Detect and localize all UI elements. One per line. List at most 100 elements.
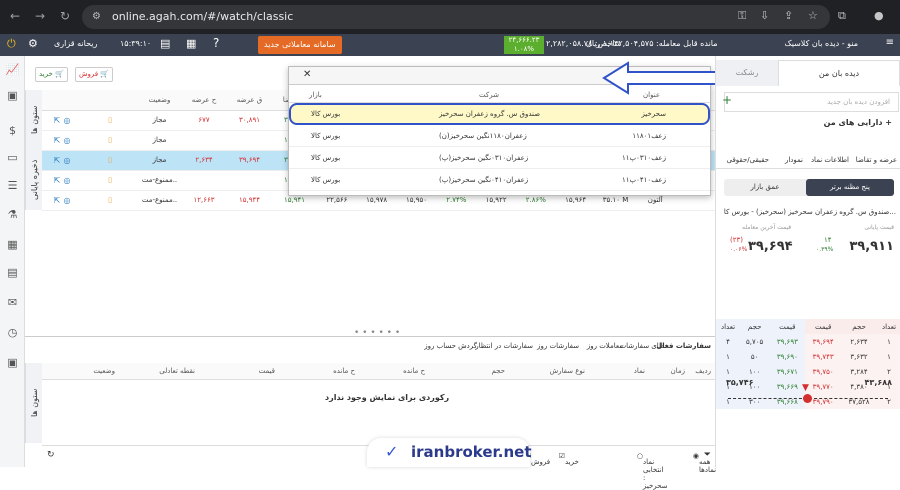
share-icon[interactable]: ⇪ (784, 9, 793, 22)
note-icon[interactable]: ▯ (108, 156, 112, 164)
extensions-icon[interactable]: ⧉ (838, 9, 846, 23)
tab-legal[interactable]: حقیقی/حقوقی (727, 156, 769, 164)
menu-label[interactable]: منو - دیده بان کلاسیک (785, 39, 858, 48)
terminal-icon[interactable]: ▣ (5, 356, 20, 369)
tab-other[interactable]: رشکت (716, 60, 778, 86)
tab-orderbook[interactable]: عرضه و تقاضا (856, 156, 897, 164)
money-bag-icon[interactable]: $ (5, 124, 20, 137)
ob-row[interactable]: ۴ ۵,۷۰۵ ۳۹,۶۹۳ ۳۹,۶۹۴ ۲,۶۳۴ ۱ (716, 334, 900, 349)
tab-orders-2[interactable]: معاملات روز (587, 342, 623, 350)
reload-icon[interactable]: ↻ (60, 9, 70, 23)
open-icon[interactable]: ⇱ (52, 136, 62, 145)
target-icon[interactable]: ◎ (62, 196, 72, 205)
range-low: ۳۵,۷۴۶ (726, 378, 754, 387)
orders-col[interactable]: زمان (671, 367, 685, 375)
new-system-button[interactable]: سامانه معاملاتی جدید (258, 36, 342, 54)
flask-icon[interactable]: ⚗ (5, 208, 20, 221)
search-result-row[interactable]: زعف۰۴۱۰پ۱۱ زعفران۰۴۱۰نگین سحرخیز(پ) بورس… (289, 169, 710, 191)
search-result-row[interactable]: زعف۰۳۱۰پ۱۱ زعفران۰۳۱۰نگین سحرخیز(پ) بورس… (289, 147, 710, 169)
symbol-search-dropdown: سحرخیز ✕ عنوان شرکت بازار سحرخیز صندوق س… (288, 66, 711, 196)
col-status[interactable]: وضعیت (138, 90, 181, 111)
browser-bar: ← → ↻ ⚙ online.agah.com/#/watch/classic ⚿… (0, 0, 900, 34)
orders-col[interactable]: ح مانده (403, 367, 425, 375)
note-icon[interactable]: ▯ (108, 136, 112, 144)
orders-col[interactable]: نقطه تعادلی (159, 367, 195, 375)
sell-button[interactable]: فروش 🛒 (75, 67, 114, 82)
orders-col[interactable]: قیمت (259, 367, 275, 375)
target-icon[interactable]: ◎ (62, 116, 72, 125)
note-icon[interactable]: ▯ (108, 176, 112, 184)
note-icon[interactable]: ▯ (108, 116, 112, 124)
wallet-icon[interactable]: ▭ (5, 151, 20, 164)
user-name[interactable]: ریحانه قزاری (54, 39, 97, 48)
key-icon[interactable]: ⚿ (738, 9, 746, 23)
open-icon[interactable]: ⇱ (52, 176, 62, 185)
orders-col[interactable]: نماد (634, 367, 645, 375)
power-icon[interactable]: ⏻ (7, 37, 16, 51)
orders-col[interactable]: ردیف (695, 367, 711, 375)
table-icon[interactable]: ▦ (5, 238, 20, 251)
search-result-row[interactable]: سحرخیز صندوق س. گروه زعفران سحرخیز بورس … (289, 103, 710, 125)
clock-icon[interactable]: ◷ (5, 326, 20, 339)
filter-buy[interactable]: ☑ خرید (559, 452, 579, 466)
site-info-icon[interactable]: ⚙ (92, 5, 101, 29)
ob-col: تعداد (876, 319, 900, 334)
fund-name: صندوق س. گروه زعفران سحرخیز (سحرخیز) - ب… (723, 208, 896, 216)
tab-my-watch[interactable]: دیده بان من (778, 60, 900, 86)
forward-icon[interactable]: → (35, 9, 45, 23)
open-icon[interactable]: ⇱ (52, 116, 62, 125)
ob-col: حجم (739, 319, 770, 334)
filter-selected[interactable]: ○ نماد انتخابی : سحرخیز (637, 452, 668, 490)
saved-strip[interactable]: ذخیره پایانی (25, 150, 42, 210)
notification-icon[interactable]: ✉ (5, 296, 20, 309)
menu-icon[interactable]: ≡ (886, 37, 894, 48)
tab-symbol-info[interactable]: اطلاعات نماد (811, 156, 849, 164)
note-icon[interactable]: ▯ (108, 196, 112, 204)
open-icon[interactable]: ⇱ (52, 196, 62, 205)
help-icon[interactable]: ? (213, 36, 219, 50)
buy-button[interactable]: خرید 🛒 (35, 67, 68, 82)
layout-icon[interactable]: ▦ (186, 37, 196, 50)
col-ask-price[interactable]: ق عرضه (227, 90, 272, 111)
tab-orders-5[interactable]: گردش حساب روز (424, 342, 477, 350)
col-ask-vol[interactable]: ح عرضه (181, 90, 227, 111)
add-watch-input[interactable]: افزودن دیده بان جدید (724, 92, 899, 112)
install-icon[interactable]: ⇩ (760, 9, 769, 22)
bottom-columns-strip[interactable]: ستون ها (25, 363, 42, 443)
target-icon[interactable]: ◎ (62, 176, 72, 185)
tab-orders-1[interactable]: خطای سفارشات (620, 342, 669, 350)
orders-col[interactable]: حجم (491, 367, 505, 375)
top5-pill[interactable]: پنج مظنه برتر (806, 179, 894, 196)
index-label: شاخص: ۲,۲۸۲,۰۵۸.۷۸ (546, 39, 622, 48)
tab-orders-3[interactable]: سفارشات روز (537, 342, 579, 350)
bookmark-icon[interactable]: ☆ (808, 9, 818, 22)
orders-col[interactable]: وضعیت (93, 367, 115, 375)
ob-row[interactable]: ۱ ۵۰ ۳۹,۶۹۰ ۳۹,۷۴۳ ۳,۶۳۲ ۱ (716, 349, 900, 364)
target-icon[interactable]: ◎ (62, 156, 72, 165)
refresh-icon[interactable]: ↻ (47, 450, 55, 460)
orders-col[interactable]: نوع سفارش (550, 367, 585, 375)
tab-chart[interactable]: نمودار (785, 156, 803, 164)
ticket-icon[interactable]: ▤ (5, 266, 20, 279)
open-icon[interactable]: ⇱ (52, 156, 62, 165)
chart-icon[interactable]: 📈 (5, 63, 20, 76)
depth-pill[interactable]: عمق بازار (726, 183, 804, 191)
grid-icon[interactable]: ▤ (160, 37, 170, 50)
tab-orders-4[interactable]: سفارشات در انتظار (475, 342, 533, 350)
target-icon[interactable]: ◎ (62, 136, 72, 145)
my-assets[interactable]: دارایی های من + (824, 118, 892, 127)
settings-icon[interactable]: ⚙ (28, 37, 38, 50)
search-result-row[interactable]: زعف۱۱۸۰۱ زعفران۱۱۸۰نگین سحرخیز(ن) بورس ک… (289, 125, 710, 147)
search-input[interactable]: سحرخیز (646, 71, 674, 80)
back-icon[interactable]: ← (10, 9, 20, 23)
filter-all[interactable]: ◉ همه نمادها (693, 452, 716, 474)
add-icon[interactable]: + (722, 93, 732, 107)
ob-row[interactable]: ۱ ۱۰۰ ۳۹,۶۷۱ ۳۹,۷۵۰ ۳,۲۸۴ ۲ (716, 364, 900, 379)
columns-strip[interactable]: ستون ها (25, 90, 42, 150)
close-icon[interactable]: ✕ (303, 69, 311, 80)
profile-icon[interactable]: ● (874, 9, 884, 22)
calc-icon[interactable]: ▣ (5, 89, 20, 102)
address-bar[interactable]: ⚙ online.agah.com/#/watch/classic (82, 5, 830, 29)
orders-col[interactable]: ح مانده (333, 367, 355, 375)
list-icon[interactable]: ☰ (5, 179, 20, 192)
